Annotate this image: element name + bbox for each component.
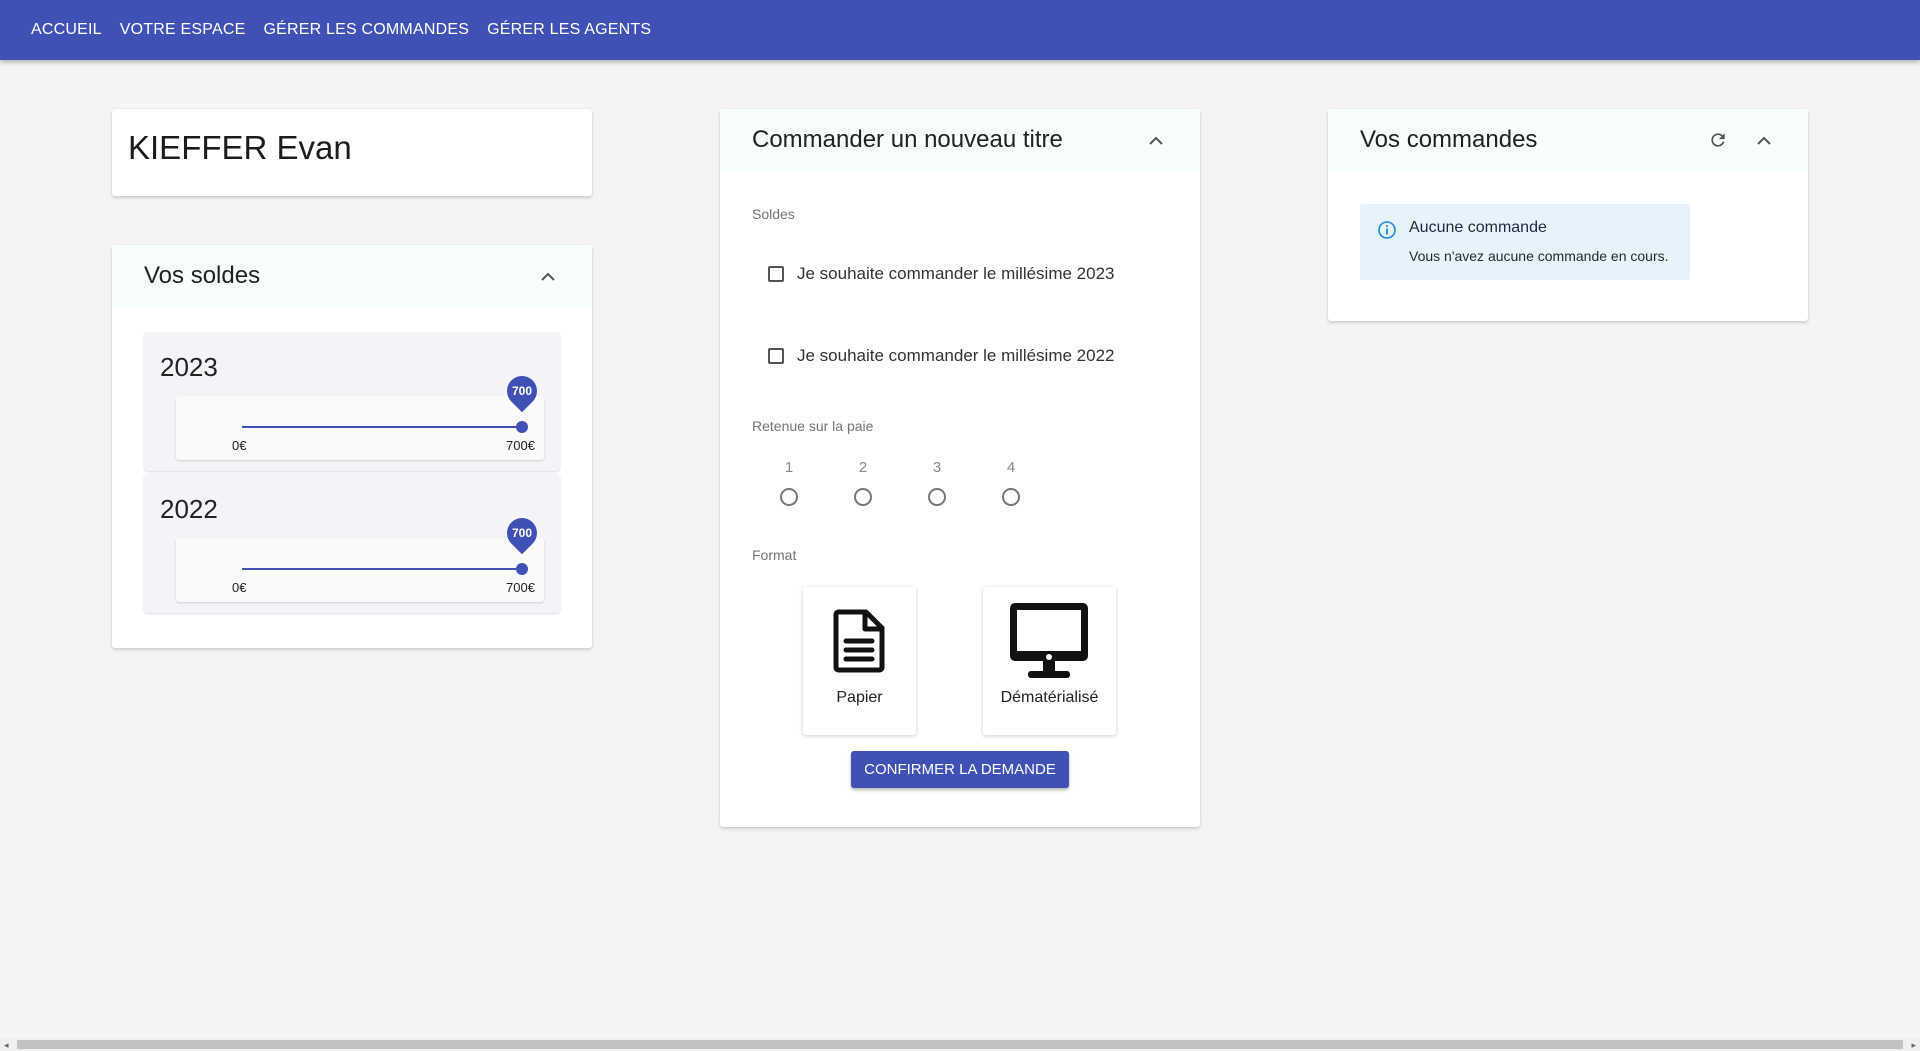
format-dematerialise-option[interactable]: Dématérialisé <box>983 587 1116 735</box>
radio-label: 1 <box>784 459 794 476</box>
solde-year-2022: 2022 700 0€ 700€ <box>144 474 560 613</box>
chevron-up-icon[interactable] <box>1144 128 1168 152</box>
nav-gerer-agents[interactable]: Gérer les agents <box>478 13 660 47</box>
profile-card: KIEFFER Evan <box>112 109 592 196</box>
radio-option-1[interactable]: 1 <box>774 459 804 506</box>
nav-gerer-commandes[interactable]: Gérer les commandes <box>254 13 478 47</box>
radio-option-2[interactable]: 2 <box>848 459 878 506</box>
checkbox-millesime-2023[interactable]: Je souhaite commander le millésime 2023 <box>768 264 1115 284</box>
chevron-up-icon[interactable] <box>536 264 560 288</box>
top-app-bar: Accueil Votre espace Gérer les commandes… <box>0 0 1920 60</box>
checkbox-millesime-2022[interactable]: Je souhaite commander le millésime 2022 <box>768 346 1115 366</box>
soldes-header: Vos soldes <box>112 245 592 307</box>
solde-slider-box: 700 0€ 700€ <box>176 369 544 460</box>
retenue-section-label: Retenue sur la paie <box>752 418 874 434</box>
nav-accueil[interactable]: Accueil <box>22 13 111 47</box>
confirm-order-button[interactable]: Confirmer la demande <box>851 751 1069 788</box>
radio-label: 4 <box>1006 459 1016 476</box>
radio-option-3[interactable]: 3 <box>922 459 952 506</box>
checkbox-box[interactable] <box>768 348 784 364</box>
solde-year-2023: 2023 700 0€ 700€ <box>144 332 560 471</box>
scroll-left-arrow-icon[interactable]: ◂ <box>4 1040 9 1051</box>
commandes-header-actions <box>1706 128 1776 152</box>
solde-year-label: 2023 <box>160 352 218 382</box>
profile-name: KIEFFER Evan <box>128 129 352 166</box>
radio-label: 2 <box>858 459 868 476</box>
radio-button[interactable] <box>854 488 872 506</box>
checkbox-box[interactable] <box>768 266 784 282</box>
solde-slider-box: 700 0€ 700€ <box>176 511 544 602</box>
solde-slider-track <box>242 568 522 570</box>
solde-value-label: 700 <box>511 526 533 540</box>
commandes-title: Vos commandes <box>1360 126 1538 153</box>
solde-value-label: 700 <box>511 384 533 398</box>
monitor-icon <box>1008 601 1090 686</box>
refresh-icon[interactable] <box>1706 128 1730 152</box>
solde-max-label: 700€ <box>506 580 535 595</box>
format-section-label: Format <box>752 547 797 563</box>
commandes-card: Vos commandes Aucune commande Vous n'ave… <box>1328 109 1808 321</box>
format-label: Papier <box>836 689 883 706</box>
solde-slider-thumb[interactable] <box>516 421 528 433</box>
checkbox-label: Je souhaite commander le millésime 2023 <box>797 264 1115 283</box>
soldes-title: Vos soldes <box>144 262 261 289</box>
alert-message: Vous n'avez aucune commande en cours. <box>1409 248 1669 264</box>
soldes-section-label: Soldes <box>752 206 795 222</box>
radio-button[interactable] <box>928 488 946 506</box>
solde-min-label: 0€ <box>232 438 247 453</box>
scroll-right-arrow-icon[interactable]: ▸ <box>1911 1040 1916 1051</box>
chevron-up-icon[interactable] <box>1752 128 1776 152</box>
alert-title: Aucune commande <box>1409 219 1547 236</box>
horizontal-scrollbar[interactable]: ◂ ▸ <box>0 1038 1920 1051</box>
solde-slider-thumb[interactable] <box>516 563 528 575</box>
solde-min-label: 0€ <box>232 580 247 595</box>
format-label: Dématérialisé <box>1000 689 1099 706</box>
radio-option-4[interactable]: 4 <box>996 459 1026 506</box>
info-icon <box>1377 220 1397 245</box>
format-papier-option[interactable]: Papier <box>803 587 916 735</box>
solde-max-label: 700€ <box>506 438 535 453</box>
radio-label: 3 <box>932 459 942 476</box>
nav-votre-espace[interactable]: Votre espace <box>111 13 255 47</box>
order-card: Commander un nouveau titre Soldes Je sou… <box>720 109 1200 827</box>
document-icon <box>832 609 886 678</box>
checkbox-label: Je souhaite commander le millésime 2022 <box>797 346 1115 365</box>
solde-year-label: 2022 <box>160 494 218 524</box>
order-title: Commander un nouveau titre <box>752 126 1063 153</box>
scrollbar-thumb[interactable] <box>17 1040 1903 1049</box>
order-header: Commander un nouveau titre <box>720 109 1200 171</box>
solde-slider-track <box>242 426 522 428</box>
soldes-card: Vos soldes 2023 700 0€ 700€ 2022 700 0€ … <box>112 245 592 648</box>
radio-button[interactable] <box>780 488 798 506</box>
empty-orders-alert: Aucune commande Vous n'avez aucune comma… <box>1360 204 1690 280</box>
commandes-header: Vos commandes <box>1328 109 1808 171</box>
radio-button[interactable] <box>1002 488 1020 506</box>
